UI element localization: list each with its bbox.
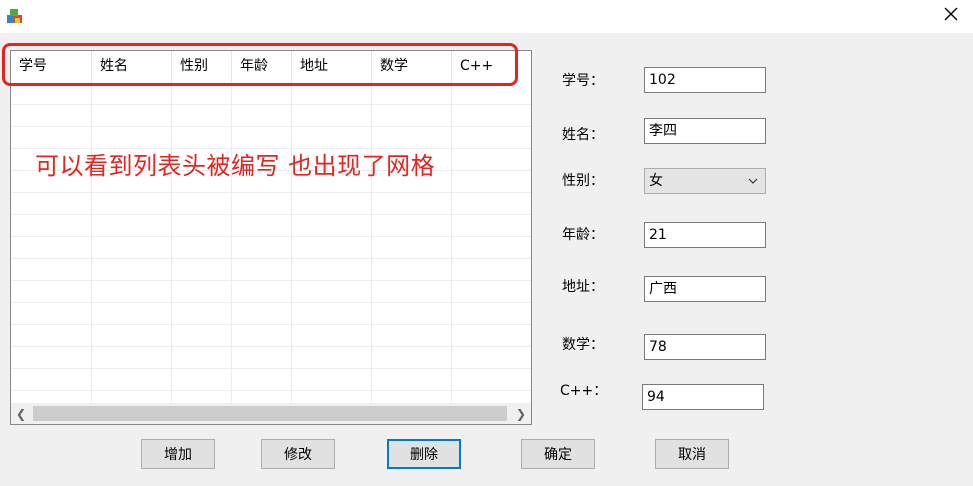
chevron-down-icon xyxy=(745,169,761,193)
column-header-name[interactable]: 姓名 xyxy=(92,51,172,82)
grid-column-line xyxy=(451,82,452,403)
grid-row-line xyxy=(11,280,531,281)
grid-row-line xyxy=(11,192,531,193)
grid-row-line xyxy=(11,390,531,391)
grid-row-line xyxy=(11,104,531,105)
student-list-view[interactable]: 学号 姓名 性别 年龄 地址 数学 C++ ❮ ❯ xyxy=(10,50,532,425)
close-button[interactable] xyxy=(938,4,964,28)
column-header-math[interactable]: 数学 xyxy=(372,51,452,82)
cancel-button[interactable]: 取消 xyxy=(655,439,729,469)
horizontal-scrollbar[interactable]: ❮ ❯ xyxy=(11,403,531,424)
cpp-label: C++： xyxy=(560,383,608,399)
name-input[interactable]: 李四 xyxy=(644,118,766,144)
app-icon xyxy=(5,6,25,26)
modify-button[interactable]: 修改 xyxy=(261,439,335,469)
column-header-id[interactable]: 学号 xyxy=(11,51,92,82)
cpp-input[interactable]: 94 xyxy=(642,384,764,410)
address-input[interactable]: 广西 xyxy=(644,276,766,302)
age-label: 年龄： xyxy=(562,227,604,243)
gender-label: 性别： xyxy=(562,173,604,189)
close-icon xyxy=(944,7,958,25)
list-header: 学号 姓名 性别 年龄 地址 数学 C++ xyxy=(11,51,531,82)
column-header-address[interactable]: 地址 xyxy=(292,51,372,82)
gender-select[interactable]: 女 xyxy=(644,168,766,194)
confirm-button[interactable]: 确定 xyxy=(521,439,595,469)
scroll-left-icon[interactable]: ❮ xyxy=(11,403,31,424)
column-header-age[interactable]: 年龄 xyxy=(232,51,292,82)
grid-column-line xyxy=(231,82,232,403)
scrollbar-thumb[interactable] xyxy=(33,406,507,421)
grid-column-line xyxy=(371,82,372,403)
delete-button[interactable]: 删除 xyxy=(387,439,461,469)
add-button[interactable]: 增加 xyxy=(141,439,215,469)
grid-row-line xyxy=(11,324,531,325)
grid-row-line xyxy=(11,346,531,347)
scroll-right-icon[interactable]: ❯ xyxy=(511,403,531,424)
grid-column-line xyxy=(91,82,92,403)
grid-row-line xyxy=(11,236,531,237)
column-header-gender[interactable]: 性别 xyxy=(172,51,232,82)
grid-column-line xyxy=(291,82,292,403)
column-header-cpp[interactable]: C++ xyxy=(452,51,531,82)
title-bar xyxy=(0,0,973,33)
annotation-text: 可以看到列表头被编写 也出现了网格 xyxy=(35,152,436,180)
grid-row-line xyxy=(11,258,531,259)
grid-row-line xyxy=(11,126,531,127)
id-input[interactable]: 102 xyxy=(644,67,766,93)
grid-row-line xyxy=(11,302,531,303)
grid-row-line xyxy=(11,214,531,215)
list-grid xyxy=(11,82,531,403)
math-label: 数学： xyxy=(562,337,604,353)
age-input[interactable]: 21 xyxy=(644,222,766,248)
grid-row-line xyxy=(11,368,531,369)
gender-selected-value: 女 xyxy=(649,173,663,189)
id-label: 学号： xyxy=(562,73,604,89)
name-label: 姓名： xyxy=(562,127,604,143)
address-label: 地址： xyxy=(562,279,604,295)
math-input[interactable]: 78 xyxy=(644,334,766,360)
grid-column-line xyxy=(171,82,172,403)
